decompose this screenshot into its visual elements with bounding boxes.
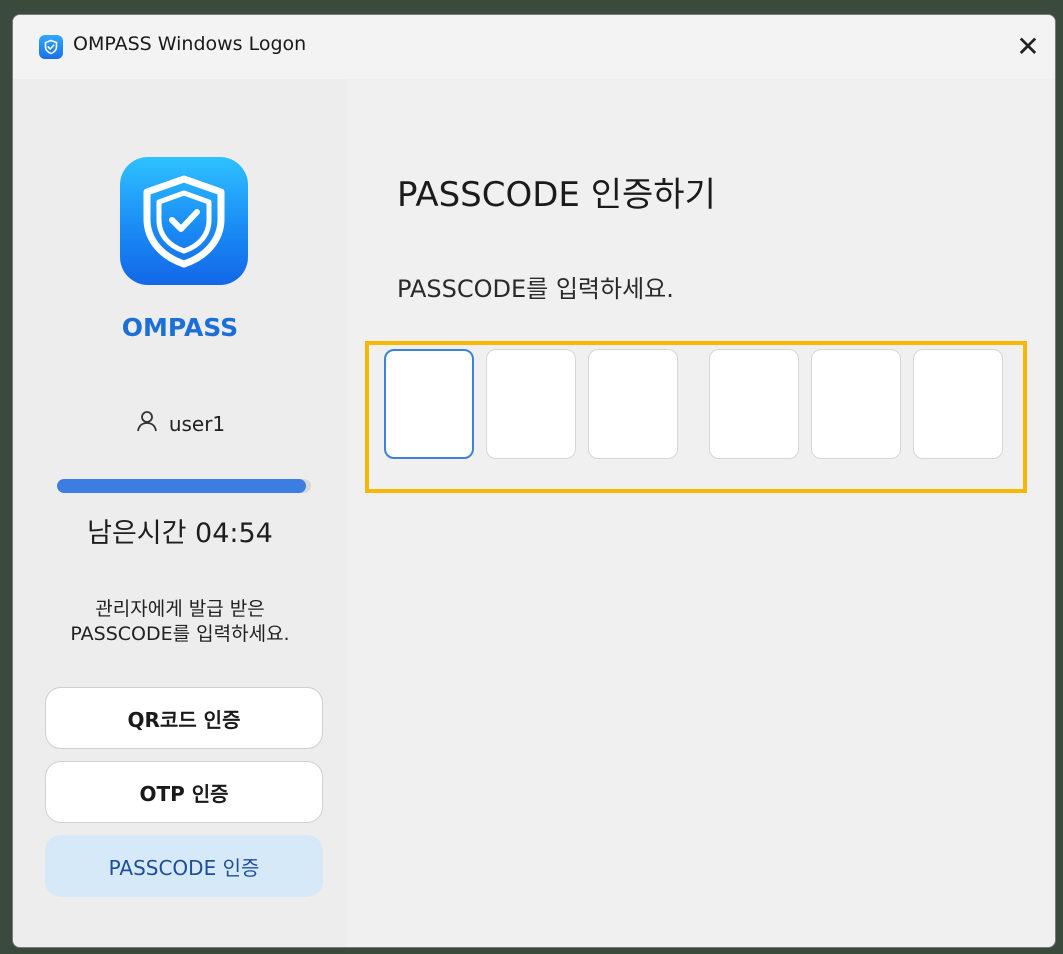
time-progress-bar xyxy=(57,479,311,493)
sidebar: OMPASS user1 남은시간 04:54 관리자에게 발급 받은 PASS… xyxy=(13,79,347,947)
username: user1 xyxy=(168,411,226,436)
instruction-line-1: 관리자에게 발급 받은 xyxy=(95,598,265,620)
progress-fill xyxy=(57,479,306,493)
remaining-time: 남은시간 04:54 xyxy=(87,518,273,549)
passcode-digit-4[interactable] xyxy=(709,349,799,459)
main-panel: PASSCODE 인증하기 PASSCODE를 입력하세요. xyxy=(347,79,1055,947)
title-bar: OMPASS Windows Logon ✕ xyxy=(13,15,1055,79)
window-title: OMPASS Windows Logon xyxy=(73,33,307,55)
passcode-digit-3[interactable] xyxy=(588,349,678,459)
instruction-text: 관리자에게 발급 받은 PASSCODE를 입력하세요. xyxy=(13,597,347,647)
passcode-digit-6[interactable] xyxy=(913,349,1003,459)
page-title: PASSCODE 인증하기 xyxy=(397,175,716,215)
close-button[interactable]: ✕ xyxy=(1007,25,1049,67)
user-icon xyxy=(135,409,159,438)
passcode-digit-5[interactable] xyxy=(811,349,901,459)
otp-auth-label: OTP 인증 xyxy=(139,781,229,806)
passcode-digit-1[interactable] xyxy=(384,349,474,459)
passcode-auth-label: PASSCODE 인증 xyxy=(108,855,260,880)
otp-auth-button[interactable]: OTP 인증 xyxy=(45,761,323,823)
shield-check-icon xyxy=(39,35,63,59)
logon-window: OMPASS Windows Logon ✕ OMPASS user1 남은시간… xyxy=(12,14,1056,948)
shield-logo-icon xyxy=(120,157,248,285)
close-icon: ✕ xyxy=(1016,29,1040,63)
instruction-line-2: PASSCODE를 입력하세요. xyxy=(70,623,290,645)
qr-auth-button[interactable]: QR코드 인증 xyxy=(45,687,323,749)
qr-auth-label: QR코드 인증 xyxy=(127,707,241,732)
passcode-digit-2[interactable] xyxy=(486,349,576,459)
user-info: user1 xyxy=(13,409,347,438)
brand-name: OMPASS xyxy=(121,313,239,342)
page-subtitle: PASSCODE를 입력하세요. xyxy=(397,275,674,303)
passcode-auth-button[interactable]: PASSCODE 인증 xyxy=(45,835,323,897)
